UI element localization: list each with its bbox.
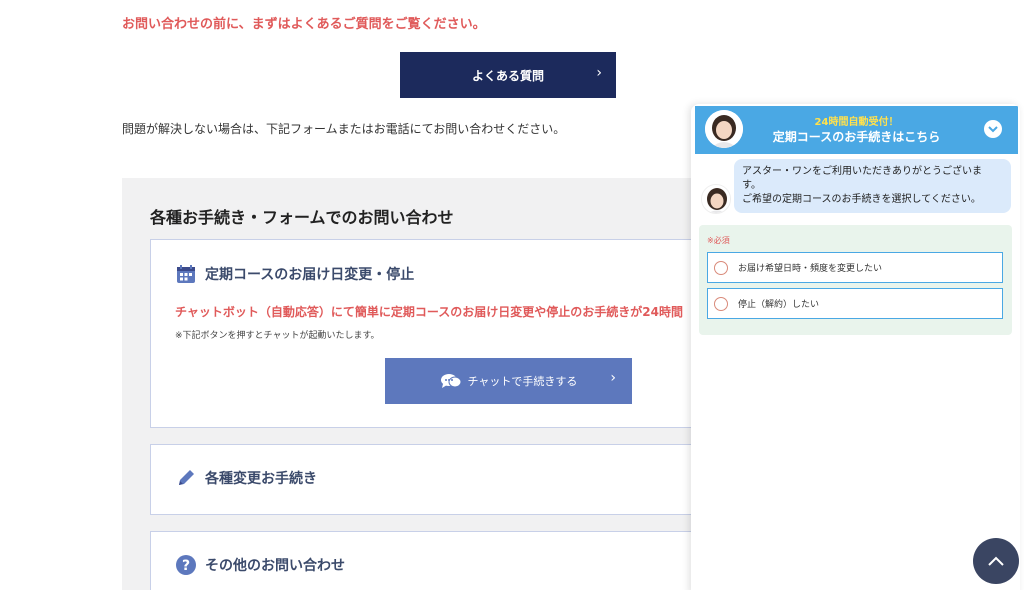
faq-button[interactable]: よくある質問 ›	[400, 52, 616, 98]
card-title: 各種変更お手続き	[205, 471, 317, 487]
message-line: アスター・ワンをご利用いただきありがとうございま	[742, 166, 982, 177]
card-delivery-change: 定期コースのお届け日変更・停止 チャットボット（自動応答）にて簡単に定期コースの…	[150, 239, 710, 428]
option-label: お届け希望日時・頻度を変更したい	[738, 264, 883, 274]
pencil-icon	[175, 467, 197, 489]
chevron-right-icon: ›	[596, 65, 602, 81]
card-other-inquiries[interactable]: ? その他のお問い合わせ	[150, 531, 710, 590]
message-line: す。	[742, 180, 761, 191]
option-change-delivery[interactable]: お届け希望日時・頻度を変更したい	[707, 252, 1003, 283]
chevron-right-icon: ›	[610, 370, 616, 386]
chatbot-note: ※下記ボタンを押すとチャットが起動いたします。	[175, 331, 380, 341]
card-general-changes[interactable]: 各種変更お手続き	[150, 444, 710, 515]
card-title: 定期コースのお届け日変更・停止	[205, 267, 415, 283]
operator-avatar	[701, 184, 731, 214]
chatbot-description: チャットボット（自動応答）にて簡単に定期コースのお届け日変更や停止のお手続きが2…	[175, 305, 683, 319]
chat-widget: 24時間自動受付！ 定期コースのお手続きはこちら アスター・ワンをご利用いただき…	[691, 104, 1020, 590]
procedures-panel: 各種お手続き・フォームでのお問い合わせ 定期コースのお届け日変更・停止 チャット…	[122, 178, 722, 590]
procedure-options: ※必須 お届け希望日時・頻度を変更したい 停止（解約）したい	[699, 225, 1012, 335]
faq-notice: お問い合わせの前に、まずはよくあるご質問をご覧ください。	[122, 17, 486, 32]
chat-widget-subtitle: 24時間自動受付！	[814, 117, 899, 128]
lead-text: 問題が解決しない場合は、下記フォームまたはお電話にてお問い合わせください。	[122, 122, 566, 136]
chat-button-label: チャットで手続きする	[467, 375, 578, 388]
chat-procedure-button[interactable]: チャットで手続きする ›	[385, 358, 632, 404]
chevron-down-icon[interactable]	[984, 120, 1002, 138]
svg-text:?: ?	[182, 558, 190, 574]
card-title: その他のお問い合わせ	[205, 558, 345, 574]
chat-bubble-icon	[440, 373, 462, 389]
card-heading: 各種変更お手続き	[175, 467, 317, 489]
bot-message: アスター・ワンをご利用いただきありがとうございま す。 ご希望の定期コースのお手…	[734, 159, 1011, 213]
calendar-icon	[175, 263, 197, 285]
radio-button[interactable]	[714, 260, 728, 275]
question-icon: ?	[175, 554, 197, 576]
faq-button-label: よくある質問	[471, 68, 544, 83]
panel-title: 各種お手続き・フォームでのお問い合わせ	[150, 208, 454, 227]
required-label: ※必須	[707, 236, 730, 245]
chevron-up-icon	[988, 556, 1004, 566]
card-heading: 定期コースのお届け日変更・停止	[175, 263, 414, 285]
card-heading: ? その他のお問い合わせ	[175, 554, 345, 576]
chat-widget-title: 定期コースのお手続きはこちら	[772, 130, 941, 144]
scroll-to-top-button[interactable]	[973, 538, 1019, 584]
message-line: ご希望の定期コースのお手続きを選択してください。	[742, 194, 981, 205]
chat-widget-header[interactable]: 24時間自動受付！ 定期コースのお手続きはこちら	[695, 106, 1018, 154]
option-cancel[interactable]: 停止（解約）したい	[707, 288, 1003, 319]
option-label: 停止（解約）したい	[738, 300, 820, 310]
radio-button[interactable]	[714, 296, 728, 311]
